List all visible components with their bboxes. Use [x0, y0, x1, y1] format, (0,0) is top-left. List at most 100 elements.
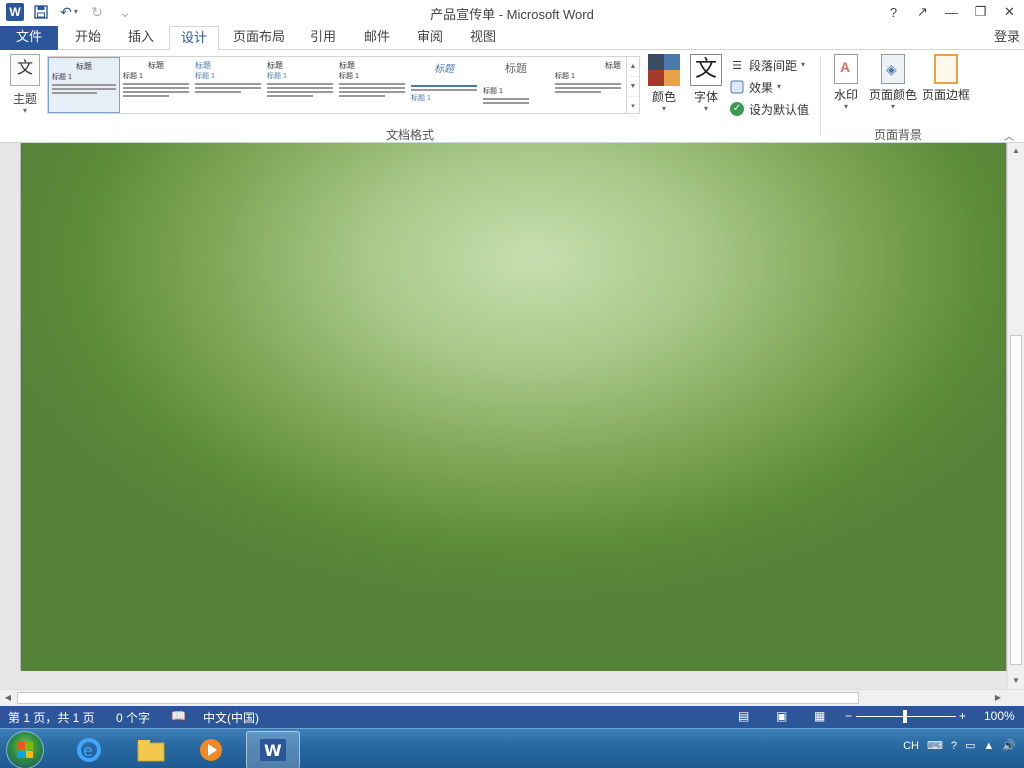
collapse-ribbon-icon[interactable]: ︿: [1004, 128, 1014, 143]
paragraph-spacing-icon: ☰: [732, 59, 742, 72]
tab-view[interactable]: 视图: [460, 26, 506, 50]
help-circle-icon[interactable]: ?: [951, 740, 957, 752]
page-color-label: 页面颜色: [868, 88, 917, 102]
set-as-default-label: 设为默认值: [749, 102, 810, 117]
zoom-slider-thumb[interactable]: [903, 710, 907, 723]
paragraph-spacing-label: 段落间距: [749, 58, 798, 73]
checkmark-icon: ✓: [730, 102, 744, 116]
document-page[interactable]: [20, 143, 1007, 671]
themes-button[interactable]: 文 主题 ▾: [6, 54, 44, 115]
title-bar: W ↶ ▾ ↻ ⌄ 产品宣传单 - Microsoft Word ? ↗ — ❐ …: [0, 0, 1024, 26]
style-gallery-item[interactable]: 标题 标题 1: [192, 57, 264, 113]
vertical-scroll-thumb[interactable]: [1010, 335, 1022, 665]
watermark-icon: A: [834, 54, 858, 84]
colors-button[interactable]: 颜色 ▾: [646, 54, 682, 113]
zoom-in-button[interactable]: +: [959, 709, 966, 723]
start-button[interactable]: [6, 731, 44, 768]
style-heading: 标题: [148, 61, 164, 70]
chevron-down-icon: ▾: [777, 82, 782, 91]
read-mode-icon[interactable]: ▤: [738, 709, 749, 723]
format-options: ☰ 段落间距 ▾ 效果 ▾ ✓ 设为默认值: [729, 54, 809, 120]
tab-mailings[interactable]: 邮件: [354, 26, 400, 50]
window-title: 产品宣传单 - Microsoft Word: [430, 7, 594, 22]
zoom-out-button[interactable]: −: [845, 709, 852, 723]
help-button[interactable]: ?: [879, 0, 908, 24]
page-color-icon: ◈: [881, 54, 905, 84]
document-formatting-group-label: 文档格式: [386, 128, 435, 142]
style-heading: 标题: [195, 61, 211, 70]
print-layout-icon[interactable]: ▣: [776, 709, 787, 723]
gallery-more-icon[interactable]: ▾: [627, 97, 639, 117]
network-icon[interactable]: ▭: [965, 739, 975, 752]
tab-design[interactable]: 设计: [169, 26, 219, 51]
style-gallery-item[interactable]: 标题 标题 1: [120, 57, 192, 113]
close-button[interactable]: ✕: [995, 0, 1024, 24]
media-player-icon[interactable]: [184, 731, 238, 768]
minimize-button[interactable]: —: [937, 0, 966, 24]
scroll-right-icon[interactable]: ▶: [990, 690, 1006, 706]
ribbon-tabs: 文件 开始 插入 设计 页面布局 引用 邮件 审阅 视图 登录: [0, 26, 1024, 51]
keyboard-icon[interactable]: ⌨: [927, 739, 943, 752]
colors-label: 颜色: [651, 90, 676, 104]
colors-icon: [648, 54, 680, 86]
tab-file[interactable]: 文件: [0, 26, 58, 50]
gallery-scroll-up-icon[interactable]: ▲: [627, 57, 639, 77]
watermark-button[interactable]: A 水印 ▾: [831, 54, 861, 111]
style-heading: 标题: [505, 62, 527, 75]
effects-label: 效果: [749, 80, 774, 95]
style-gallery-item[interactable]: 标题 标题 1: [480, 57, 552, 113]
style-subheading: 标题 1: [52, 74, 72, 81]
zoom-level[interactable]: 100%: [984, 709, 1015, 723]
explorer-icon[interactable]: [124, 731, 178, 768]
gallery-scroll-down-icon[interactable]: ▼: [627, 77, 639, 97]
ie-icon[interactable]: e: [62, 731, 116, 768]
chevron-down-icon: ▾: [890, 102, 895, 111]
style-heading: 标题: [605, 61, 621, 70]
horizontal-scrollbar[interactable]: ◀ ▶: [0, 689, 1024, 706]
page-borders-icon: [934, 54, 958, 84]
set-as-default-button[interactable]: ✓ 设为默认值: [729, 98, 809, 120]
style-heading: 标题: [339, 61, 355, 70]
fonts-button[interactable]: 文 字体 ▾: [688, 54, 724, 113]
watermark-label: 水印: [833, 88, 858, 102]
paragraph-spacing-button[interactable]: ☰ 段落间距 ▾: [729, 54, 809, 76]
themes-label: 主题: [12, 92, 37, 106]
scroll-down-icon[interactable]: ▼: [1008, 673, 1024, 689]
style-gallery-item[interactable]: 标题 标题 1: [408, 57, 480, 113]
vertical-scrollbar[interactable]: ▲ ▼: [1007, 143, 1024, 689]
language-indicator[interactable]: 中文(中国): [203, 709, 259, 726]
style-gallery-item[interactable]: 标题 标题 1: [264, 57, 336, 113]
style-subheading: 标题 1: [195, 73, 215, 80]
tab-review[interactable]: 审阅: [407, 26, 453, 50]
style-gallery-item[interactable]: 标题 标题 1: [552, 57, 624, 113]
ribbon-display-options-button[interactable]: ↗: [908, 0, 937, 24]
tab-references[interactable]: 引用: [300, 26, 346, 50]
gallery-scroll: ▲ ▼ ▾: [627, 56, 640, 117]
effects-button[interactable]: 效果 ▾: [729, 76, 809, 98]
style-gallery-item[interactable]: 标题 标题 1: [336, 57, 408, 113]
volume-icon[interactable]: 🔊: [1002, 739, 1016, 752]
word-icon[interactable]: W: [246, 731, 300, 768]
style-gallery-item[interactable]: 标题 标题 1: [48, 57, 120, 113]
svg-text:e: e: [83, 741, 93, 760]
horizontal-scroll-thumb[interactable]: [17, 692, 859, 704]
page-borders-label: 页面边框: [921, 88, 970, 102]
word-count[interactable]: 0 个字: [116, 709, 150, 726]
style-heading: 标题: [76, 62, 92, 71]
web-layout-icon[interactable]: ▦: [814, 709, 825, 723]
tab-insert[interactable]: 插入: [116, 26, 166, 50]
input-language[interactable]: CH: [903, 740, 919, 752]
tab-home[interactable]: 开始: [62, 26, 114, 50]
page-count[interactable]: 第 1 页，共 1 页: [8, 709, 95, 726]
page-color-button[interactable]: ◈ 页面颜色 ▾: [868, 54, 918, 111]
page-borders-button[interactable]: 页面边框: [920, 54, 972, 103]
tab-page-layout[interactable]: 页面布局: [226, 26, 292, 50]
restore-button[interactable]: ❐: [966, 0, 995, 24]
proofing-icon[interactable]: 📖: [171, 709, 186, 723]
chevron-down-icon: ▾: [843, 102, 848, 111]
sign-in-link[interactable]: 登录: [994, 26, 1020, 48]
scroll-left-icon[interactable]: ◀: [0, 690, 16, 706]
scroll-up-icon[interactable]: ▲: [1008, 143, 1024, 159]
window-controls: ? ↗ — ❐ ✕: [879, 0, 1024, 24]
show-hidden-icons-icon[interactable]: ▲: [983, 740, 994, 752]
